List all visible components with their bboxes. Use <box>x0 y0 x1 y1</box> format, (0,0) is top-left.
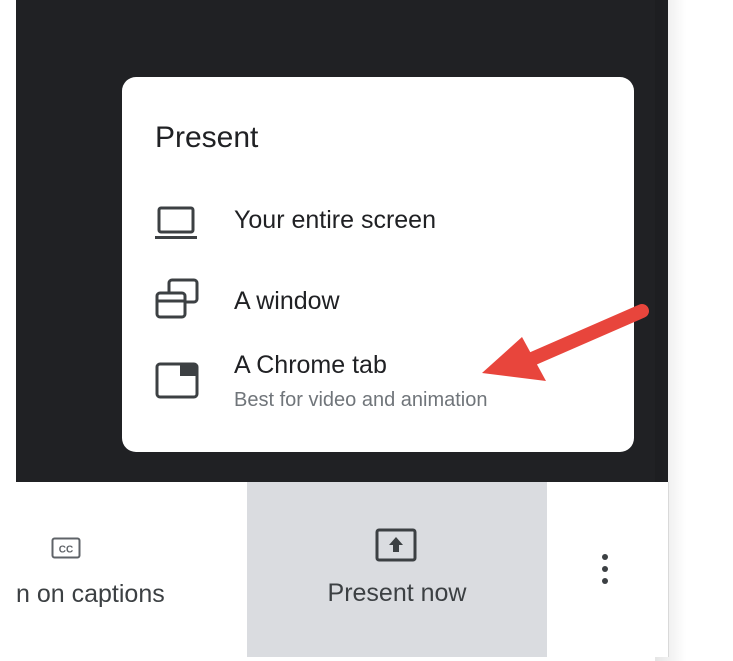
chrome-tab-icon <box>154 361 202 406</box>
closed-captions-icon: CC <box>51 537 81 559</box>
captions-button[interactable] <box>16 482 246 657</box>
window-icon <box>154 277 202 326</box>
present-screen-icon <box>375 528 417 562</box>
present-menu: Present Your entire screen A window A Ch… <box>122 77 649 452</box>
menu-item-label: Your entire screen <box>234 206 436 234</box>
svg-text:CC: CC <box>59 545 73 556</box>
laptop-icon <box>154 206 202 247</box>
menu-item-entire-screen[interactable]: Your entire screen <box>122 200 634 250</box>
present-now-label: Present now <box>327 579 467 607</box>
menu-title: Present <box>155 121 259 154</box>
menu-item-subtitle: Best for video and animation <box>234 389 488 411</box>
menu-item-label: A window <box>234 287 340 315</box>
present-now-button[interactable]: Present now <box>247 482 547 657</box>
captions-label: n on captions <box>16 580 165 608</box>
more-options-button[interactable] <box>585 545 625 595</box>
menu-item-label: A Chrome tab <box>234 351 387 379</box>
annotation-arrow <box>482 304 649 381</box>
